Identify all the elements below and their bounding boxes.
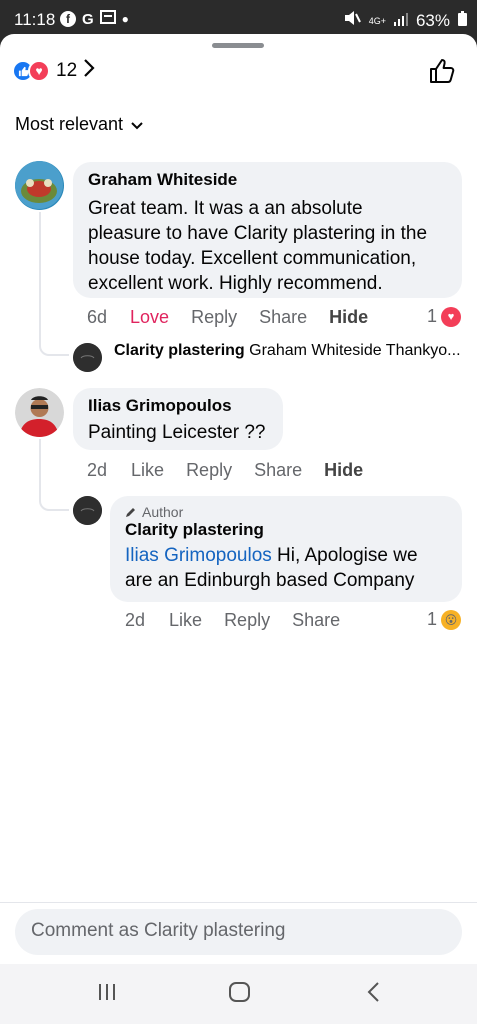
like-post-button[interactable] bbox=[429, 58, 455, 89]
reply-text: Ilias Grimopoulos Hi, Apologise we are a… bbox=[125, 543, 448, 593]
status-notification-icons: f G ● bbox=[60, 10, 129, 28]
comment-input[interactable]: Comment as Clarity plastering bbox=[15, 909, 462, 955]
avatar-clarity-plastering[interactable] bbox=[73, 496, 102, 525]
sort-dropdown[interactable]: Most relevant bbox=[15, 114, 143, 135]
comment-line: excellent work. Highly recommend. bbox=[88, 273, 383, 294]
reply-bubble[interactable]: Author Clarity plastering Ilias Grimopou… bbox=[110, 496, 462, 602]
status-system-icons: 4G+ 63% bbox=[343, 10, 467, 31]
share-button[interactable]: Share bbox=[254, 460, 302, 481]
comment-bubble[interactable]: Graham Whiteside Great team. It was a an… bbox=[73, 162, 462, 298]
comment-line: house today. Excellent communication, bbox=[88, 248, 417, 269]
comment-text: Painting Leicester ?? bbox=[88, 422, 266, 443]
pencil-icon bbox=[126, 508, 135, 517]
avatar-ilias-grimopoulos[interactable] bbox=[15, 388, 64, 437]
comment-bubble[interactable]: Ilias Grimopoulos Painting Leicester ?? bbox=[73, 388, 283, 450]
comment-line: pleasure to have Clarity plastering in t… bbox=[88, 223, 428, 244]
status-time: 11:18 bbox=[14, 10, 56, 29]
reply-text-line: are an Edinburgh based Company bbox=[125, 570, 415, 591]
battery-level: 63% bbox=[415, 10, 450, 30]
comment-time: 2d bbox=[87, 460, 108, 480]
recent-apps-icon[interactable] bbox=[96, 981, 118, 1008]
reply-snippet: Graham Whiteside Thankyo... bbox=[249, 342, 461, 359]
sheet-drag-handle[interactable] bbox=[212, 43, 264, 48]
network-type: 4G+ bbox=[368, 15, 386, 26]
reply-reaction-count[interactable]: 1 😮 bbox=[427, 609, 462, 630]
gallery-icon bbox=[99, 10, 116, 28]
reply-author[interactable]: Clarity plastering bbox=[125, 520, 448, 540]
chevron-down-icon bbox=[131, 114, 143, 135]
comment-line: Great team. It was a an absolute bbox=[88, 198, 363, 219]
share-button[interactable]: Share bbox=[292, 610, 340, 631]
comment-author[interactable]: Graham Whiteside bbox=[88, 170, 448, 190]
like-button[interactable]: Like bbox=[131, 460, 164, 481]
reactions-summary[interactable]: ♥ 12 bbox=[12, 58, 95, 84]
love-button[interactable]: Love bbox=[130, 307, 169, 328]
reaction-count: 1 bbox=[427, 306, 438, 326]
reply-author: Clarity plastering bbox=[114, 342, 245, 359]
hide-button[interactable]: Hide bbox=[329, 307, 368, 328]
reply-button[interactable]: Reply bbox=[191, 307, 237, 328]
comments-sheet: ♥ 12 Most relevant Graham Whiteside Grea… bbox=[0, 34, 477, 964]
avatar-clarity-plastering[interactable] bbox=[73, 343, 102, 372]
comment-composer-bar: Comment as Clarity plastering bbox=[0, 902, 477, 964]
battery-icon bbox=[458, 10, 467, 31]
reply-time: 2d bbox=[125, 610, 146, 630]
reply-actions: 2d Like Reply Share bbox=[125, 610, 362, 631]
reply-preview[interactable]: Clarity plastering Graham Whiteside Than… bbox=[114, 342, 464, 360]
comment-actions: 6d Love Reply Share Hide bbox=[87, 307, 390, 328]
comment-actions: 2d Like Reply Share Hide bbox=[87, 460, 385, 481]
signal-icon bbox=[393, 11, 408, 31]
like-button[interactable]: Like bbox=[169, 610, 202, 631]
comment-time: 6d bbox=[87, 307, 108, 327]
love-reaction-icon: ♥ bbox=[441, 306, 462, 327]
author-badge: Author bbox=[125, 504, 448, 520]
comment-author[interactable]: Ilias Grimopoulos bbox=[88, 396, 269, 416]
thread-line bbox=[39, 212, 41, 342]
back-icon[interactable] bbox=[366, 981, 382, 1008]
facebook-icon: f bbox=[60, 11, 76, 27]
love-reaction-icon: ♥ bbox=[28, 60, 50, 82]
avatar-graham-whiteside[interactable] bbox=[15, 161, 64, 210]
mention-link[interactable]: Ilias Grimopoulos bbox=[125, 545, 272, 566]
google-icon: G bbox=[82, 10, 94, 28]
reply-button[interactable]: Reply bbox=[186, 460, 232, 481]
sort-label: Most relevant bbox=[15, 114, 124, 134]
thread-curve bbox=[39, 332, 69, 356]
wow-reaction-icon: 😮 bbox=[441, 609, 462, 630]
chevron-right-icon bbox=[83, 58, 95, 84]
mute-icon bbox=[343, 10, 361, 31]
reaction-count: 1 bbox=[427, 609, 438, 629]
dot-icon: ● bbox=[121, 12, 129, 26]
thumbs-up-icon bbox=[430, 59, 455, 83]
reply-text-line: Hi, Apologise we bbox=[271, 545, 418, 566]
reaction-count: 12 bbox=[56, 60, 78, 81]
home-icon[interactable] bbox=[228, 981, 252, 1008]
hide-button[interactable]: Hide bbox=[324, 460, 363, 481]
comment-text: Great team. It was a an absolute pleasur… bbox=[88, 196, 448, 296]
author-badge-label: Author bbox=[142, 504, 184, 520]
comment-reaction-count[interactable]: 1 ♥ bbox=[427, 306, 462, 327]
share-button[interactable]: Share bbox=[259, 307, 307, 328]
thread-curve bbox=[39, 491, 69, 511]
system-nav-bar bbox=[0, 964, 477, 1024]
reply-button[interactable]: Reply bbox=[224, 610, 270, 631]
